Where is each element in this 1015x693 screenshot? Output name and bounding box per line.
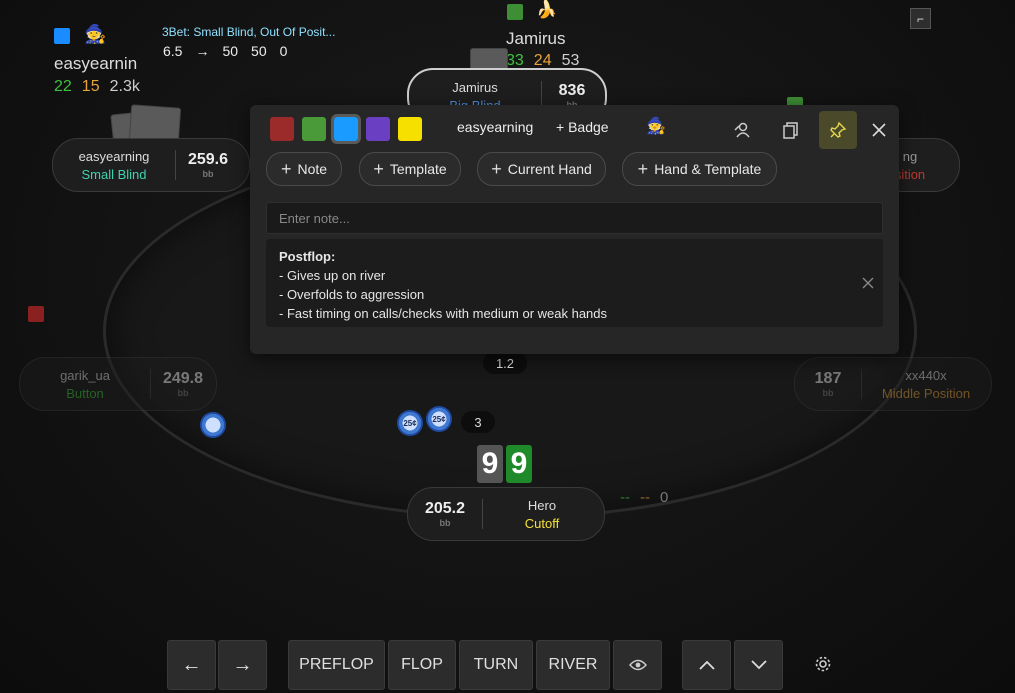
chevron-up-icon[interactable]: [682, 640, 731, 690]
stat-hands: 0: [660, 489, 669, 506]
back-button[interactable]: ←: [167, 640, 216, 690]
avatar-icon: 🧙: [646, 118, 666, 135]
notes-popup: easyearning + Badge 🧙 + Note + Template + C…: [250, 105, 899, 354]
seat-button[interactable]: garik_ua Button 249.8 bb: [19, 357, 217, 411]
action-value: 50: [222, 43, 239, 59]
seat-small-blind[interactable]: easyearning Small Blind 259.6 bb: [52, 138, 250, 192]
pin-icon[interactable]: [819, 111, 857, 149]
copy-icon[interactable]: [772, 111, 810, 149]
seat-position: sition: [894, 166, 926, 182]
stat-pfr: 15: [81, 78, 100, 95]
banana-icon: 🍌: [536, 0, 558, 19]
street-preflop[interactable]: PREFLOP: [288, 640, 385, 690]
plus-icon: +: [373, 158, 384, 179]
street-turn[interactable]: TURN: [459, 640, 533, 690]
color-swatch-green[interactable]: [302, 117, 326, 141]
players-icon[interactable]: [723, 111, 761, 149]
color-swatch-yellow[interactable]: [398, 117, 422, 141]
seat-name: Hero: [527, 497, 557, 513]
seat-position: Cutoff: [524, 515, 560, 531]
seat-position: Middle Position: [881, 385, 971, 401]
seat-hero[interactable]: 205.2 bb Hero Cutoff: [407, 487, 605, 541]
note-icon[interactable]: [28, 306, 44, 322]
add-current-hand-button[interactable]: + Current Hand: [477, 152, 606, 186]
seat-position: Small Blind: [81, 166, 147, 182]
note-icon[interactable]: [507, 4, 523, 20]
seat-stack: 249.8: [162, 370, 204, 387]
note-line: - Fast timing on calls/checks with mediu…: [279, 306, 608, 321]
button-label: Template: [389, 161, 447, 177]
seat-stack: 836: [558, 82, 586, 99]
button-label: Current Hand: [507, 161, 592, 177]
action-line: 3Bet: Small Blind, Out Of Posit...: [162, 25, 336, 39]
seat-unit: bb: [177, 388, 189, 398]
bet-chip: 25¢: [426, 406, 452, 432]
button-label: Note: [297, 161, 328, 177]
note-line: - Gives up on river: [279, 268, 386, 283]
bet-amount: 3: [461, 411, 495, 433]
stat-vpip: 22: [54, 78, 72, 95]
add-template-button[interactable]: + Template: [359, 152, 461, 186]
note-entry[interactable]: Postflop: - Gives up on river - Overfold…: [266, 239, 883, 327]
action-value: 50: [251, 43, 267, 59]
action-value: 0: [279, 43, 288, 59]
gear-icon[interactable]: [814, 655, 832, 678]
note-icon[interactable]: [54, 28, 70, 44]
arrow: →: [195, 43, 210, 59]
seat-name: xx440x: [905, 367, 947, 383]
seat-unit: bb: [439, 518, 451, 528]
seat-unit: bb: [202, 169, 214, 179]
stat-hands: 2.3k: [109, 78, 140, 95]
seat-unit: bb: [822, 388, 834, 398]
add-badge-button[interactable]: + Badge: [556, 119, 609, 135]
color-swatch-purple[interactable]: [366, 117, 390, 141]
seat-position: Button: [66, 385, 104, 401]
eye-icon[interactable]: [613, 640, 662, 690]
hero-stats: -- -- 0: [620, 489, 668, 506]
forward-button[interactable]: →: [218, 640, 267, 690]
close-icon[interactable]: [860, 111, 898, 149]
stat-vpip: --: [620, 489, 630, 506]
street-river[interactable]: RIVER: [536, 640, 610, 690]
player-stats-top-left: 22 15 2.3k: [54, 78, 140, 96]
layout-icon[interactable]: ⌐: [910, 8, 931, 29]
chevron-down-icon[interactable]: [734, 640, 783, 690]
stat-pfr: --: [640, 489, 650, 506]
seat-stack: 187: [814, 370, 842, 387]
bet-chip: 25¢: [397, 410, 423, 436]
plus-icon: +: [637, 158, 649, 179]
popup-player-name: easyearning: [457, 119, 534, 135]
seat-name: ng: [902, 148, 918, 164]
chip-icon: [200, 412, 226, 438]
seat-name: Jamirus: [452, 79, 498, 95]
player-name-top-center: Jamirus: [506, 29, 566, 48]
color-swatch-blue[interactable]: [331, 114, 361, 144]
seat-name: garik_ua: [60, 367, 110, 383]
delete-note-icon[interactable]: [862, 275, 874, 294]
seat-name: easyearning: [78, 148, 150, 164]
seat-stack: 259.6: [187, 151, 229, 168]
player-name-top-left: easyearnin: [54, 54, 138, 73]
color-swatch-red[interactable]: [270, 117, 294, 141]
plus-icon: +: [491, 158, 502, 179]
note-heading: Postflop:: [279, 249, 336, 264]
note-line: - Overfolds to aggression: [279, 287, 425, 302]
street-flop[interactable]: FLOP: [388, 640, 456, 690]
action-value: 6.5: [163, 43, 183, 59]
action-values: 6.5 → 50 50 0: [163, 43, 287, 59]
seat-stack: 205.2: [424, 500, 466, 517]
button-label: Hand & Template: [654, 161, 762, 177]
seat-middle-position[interactable]: 187 bb xx440x Middle Position: [794, 357, 992, 411]
avatar-icon: 🧙: [84, 24, 107, 44]
pot-amount: 1.2: [483, 352, 527, 374]
plus-icon: +: [280, 158, 292, 179]
add-hand-template-button[interactable]: + Hand & Template: [622, 152, 777, 186]
add-note-button[interactable]: + Note: [266, 152, 342, 186]
hero-card-2: 9: [506, 445, 532, 483]
hero-card-1: 9: [477, 445, 503, 483]
note-input[interactable]: [266, 202, 883, 234]
